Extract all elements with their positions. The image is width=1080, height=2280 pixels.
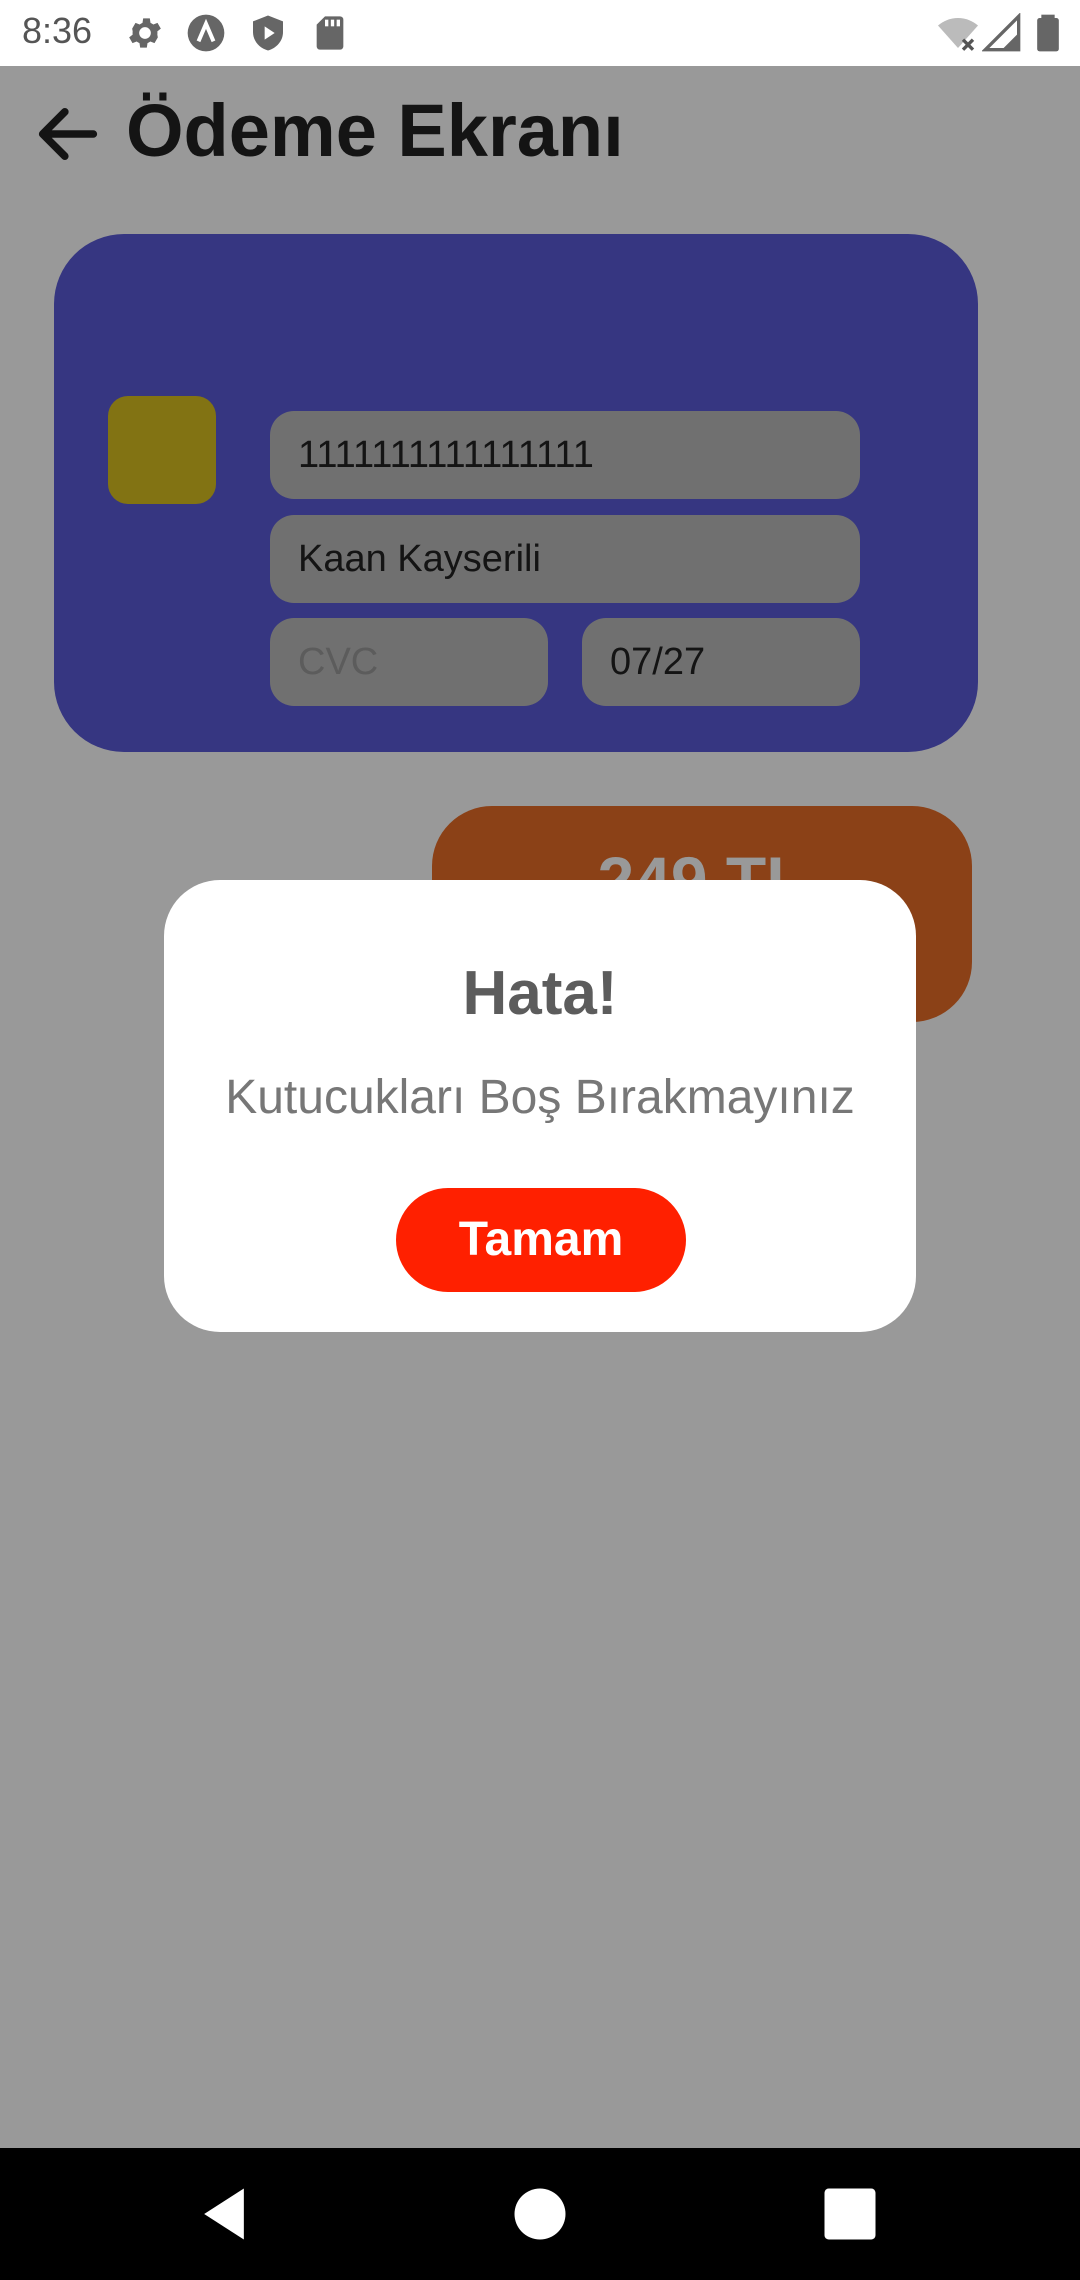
app-a-icon bbox=[186, 13, 226, 53]
signal-icon bbox=[981, 12, 1022, 53]
dialog-message: Kutucukları Boş Bırakmayınız bbox=[225, 1071, 855, 1124]
status-time: 8:36 bbox=[22, 10, 93, 51]
dialog-title: Hata! bbox=[462, 959, 618, 1028]
gear-icon bbox=[125, 13, 165, 53]
navigation-bar bbox=[0, 2148, 1080, 2280]
error-dialog: Hata! Kutucukları Boş Bırakmayınız Tamam bbox=[164, 880, 916, 1332]
battery-icon bbox=[1028, 13, 1068, 53]
nav-back-icon[interactable] bbox=[190, 2180, 258, 2248]
nav-recents-icon[interactable] bbox=[816, 2180, 884, 2248]
shield-play-icon bbox=[248, 13, 288, 53]
status-bar: 8:36 bbox=[0, 0, 1080, 66]
ok-button[interactable]: Tamam bbox=[396, 1188, 686, 1292]
sd-card-icon bbox=[310, 13, 350, 53]
wifi-off-icon bbox=[938, 13, 978, 53]
nav-home-icon[interactable] bbox=[506, 2180, 574, 2248]
